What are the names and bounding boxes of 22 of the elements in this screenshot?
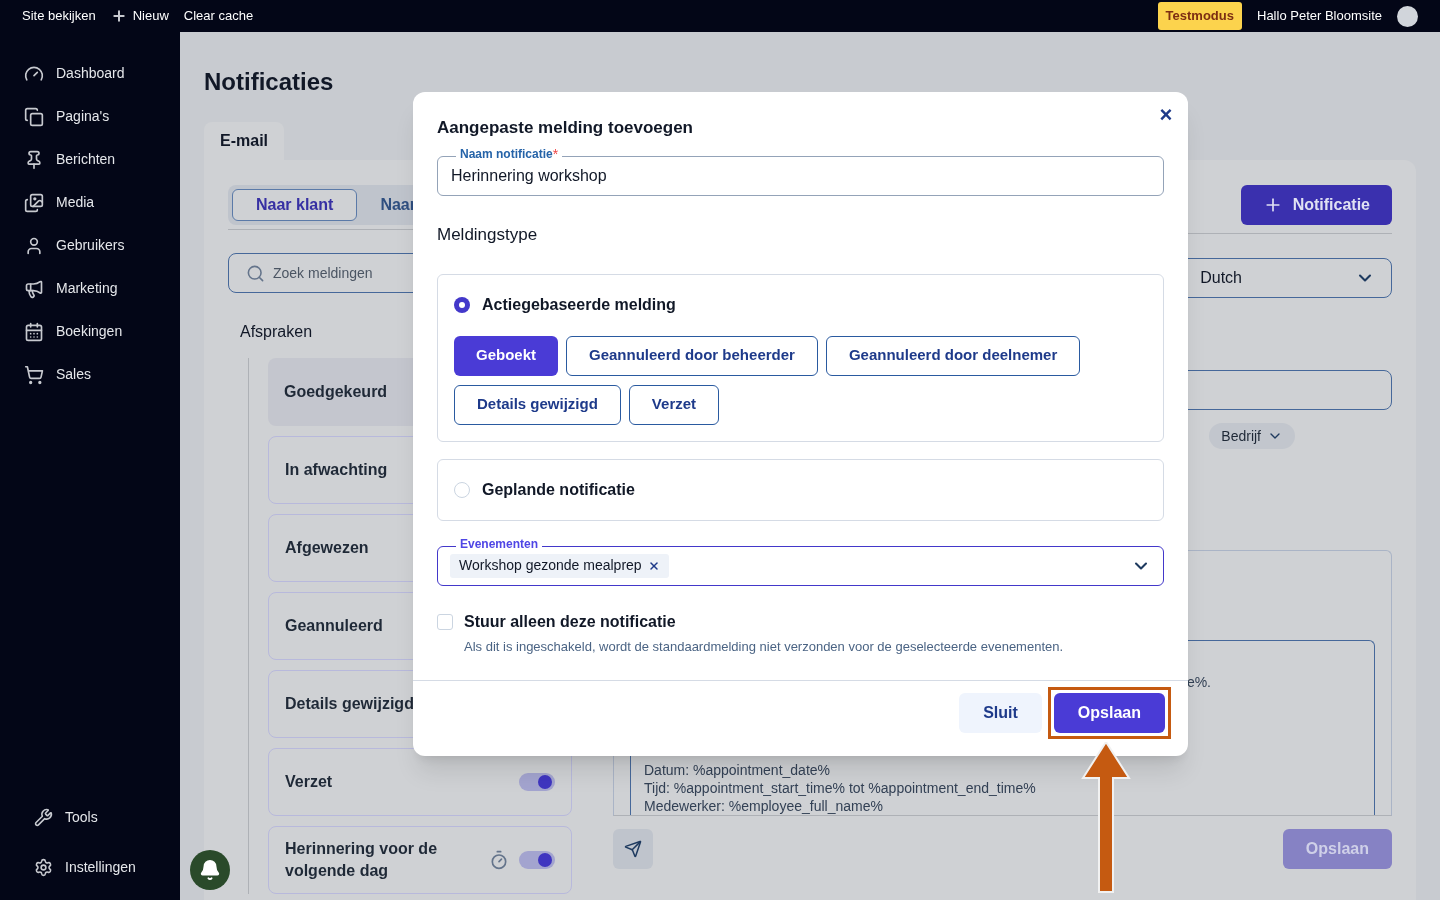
notification-label: Afgewezen xyxy=(285,538,369,558)
editor-text: Datum: %appointment_date% xyxy=(644,761,830,779)
test-mode-badge: Testmodus xyxy=(1157,2,1242,30)
modal-title: Aangepaste melding toevoegen xyxy=(437,118,693,138)
radio-label: Geplande notificatie xyxy=(482,479,635,500)
page-title: Notificaties xyxy=(204,68,335,96)
greeting-text: Hallo Peter Bloomsite xyxy=(1257,7,1382,26)
section-title: Meldingstype xyxy=(437,224,538,246)
notification-label: Details gewijzigd xyxy=(285,694,414,714)
editor-text: e%. xyxy=(1186,673,1211,691)
event-tag: Workshop gezonde mealprep xyxy=(450,553,669,578)
notification-label: Verzet xyxy=(285,772,333,792)
notification-label: Herinnering voor de volgende dag xyxy=(285,839,439,881)
section-title: Afspraken xyxy=(240,322,313,342)
editor-text: Medewerker: %employee_full_name% xyxy=(644,797,883,815)
radio-label: Actiegebaseerde melding xyxy=(482,294,676,315)
field-label: Evenementen xyxy=(456,536,543,551)
checkbox-label: Stuur alleen deze notificatie xyxy=(464,612,677,631)
editor-text: Tijd: %appointment_start_time% tot %appointment_end_time% xyxy=(644,779,1036,797)
notification-label: Geannuleerd xyxy=(285,616,383,636)
notification-label: Goedgekeurd xyxy=(284,382,388,402)
notification-label: In afwachting xyxy=(285,460,388,480)
